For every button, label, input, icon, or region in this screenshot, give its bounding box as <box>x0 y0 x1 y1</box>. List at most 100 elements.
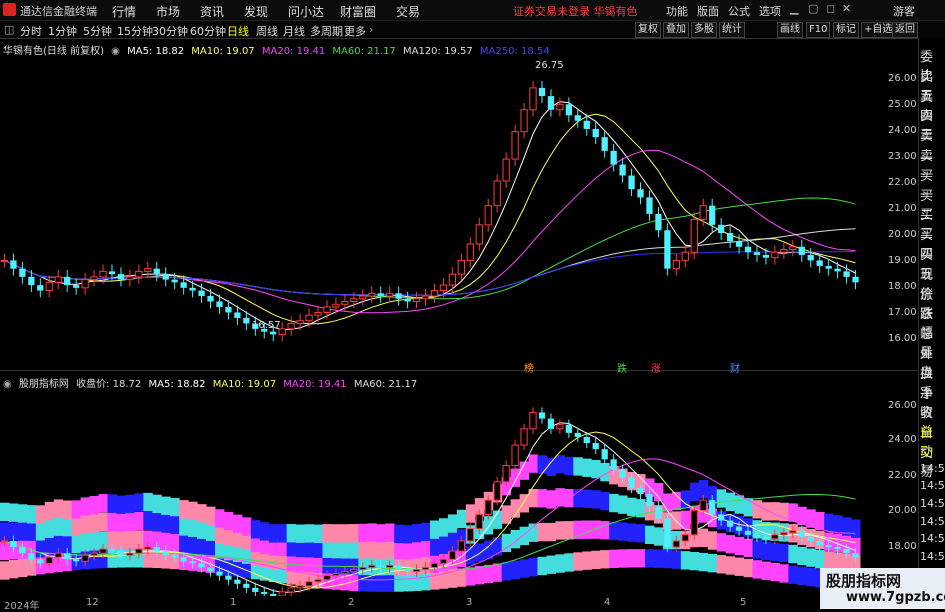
candle-body[interactable] <box>45 281 53 292</box>
menu-item[interactable]: 交易 <box>396 3 420 20</box>
candle-body[interactable] <box>520 428 528 446</box>
candle-body[interactable] <box>108 549 116 552</box>
candle-body[interactable] <box>592 443 599 450</box>
period-tab-more[interactable]: 更多 <box>344 23 366 39</box>
candle-body[interactable] <box>699 499 707 511</box>
candle-body[interactable] <box>529 411 537 430</box>
candle-body[interactable] <box>664 230 671 269</box>
toolbar-button[interactable]: 统计 <box>719 22 745 38</box>
candle-body[interactable] <box>314 311 322 316</box>
side-panel-item[interactable]: 14:56 <box>920 479 945 492</box>
candle-body[interactable] <box>54 276 62 283</box>
candle-body[interactable] <box>314 579 322 583</box>
candle-body[interactable] <box>852 553 859 558</box>
candle-body[interactable] <box>386 564 394 568</box>
candle-body[interactable] <box>709 500 716 515</box>
period-tab[interactable]: 60分钟 <box>190 23 226 39</box>
candle-body[interactable] <box>574 432 581 437</box>
login-warning[interactable]: 证券交易未登录 华锡有色 <box>513 3 638 19</box>
candle-body[interactable] <box>843 271 850 277</box>
candle-body[interactable] <box>646 494 653 507</box>
period-tab[interactable]: 30分钟 <box>152 23 188 39</box>
minimize-icon[interactable]: ▁ <box>790 2 798 15</box>
candle-body[interactable] <box>296 320 304 324</box>
candle-body[interactable] <box>261 591 268 594</box>
candle-body[interactable] <box>278 591 286 596</box>
candle-body[interactable] <box>448 273 457 286</box>
candle-body[interactable] <box>502 158 510 182</box>
candle-body[interactable] <box>99 270 107 278</box>
candle-body[interactable] <box>592 128 599 138</box>
candle-body[interactable] <box>377 293 384 297</box>
candle-body[interactable] <box>323 575 331 581</box>
candle-body[interactable] <box>332 573 340 577</box>
candle-body[interactable] <box>816 260 823 266</box>
candle-body[interactable] <box>699 205 707 220</box>
candle-body[interactable] <box>556 103 564 111</box>
pane-divider[interactable] <box>0 370 918 371</box>
candle-body[interactable] <box>780 248 788 253</box>
candle-body[interactable] <box>216 571 223 576</box>
candle-body[interactable] <box>484 499 492 515</box>
candle-body[interactable] <box>430 290 439 297</box>
candle-body[interactable] <box>135 270 143 278</box>
candle-body[interactable] <box>108 271 116 275</box>
toolbar-button[interactable]: 多股 <box>691 22 717 38</box>
candle-body[interactable] <box>672 259 680 270</box>
candle-body[interactable] <box>73 559 80 562</box>
toolbar-button[interactable]: 返回 <box>892 22 918 38</box>
candle-body[interactable] <box>637 189 644 198</box>
toolbar-button[interactable]: 标记 <box>833 22 859 38</box>
menu-item[interactable]: 版面 <box>697 3 719 19</box>
side-panel-item[interactable]: 14:56 <box>920 462 945 475</box>
candle-body[interactable] <box>90 276 98 281</box>
candle-body[interactable] <box>350 298 358 303</box>
candle-body[interactable] <box>404 569 411 572</box>
candle-body[interactable] <box>457 540 465 552</box>
candle-body[interactable] <box>64 276 71 286</box>
candle-body[interactable] <box>466 243 474 261</box>
period-tab[interactable]: 分时 <box>20 23 42 39</box>
candle-body[interactable] <box>377 565 384 568</box>
candle-body[interactable] <box>565 104 572 116</box>
candle-body[interactable] <box>825 545 832 548</box>
maximize-icon[interactable]: ◻ <box>826 2 835 15</box>
candle-body[interactable] <box>305 581 313 587</box>
candle-body[interactable] <box>726 233 734 242</box>
candle-body[interactable] <box>198 563 205 568</box>
candle-body[interactable] <box>287 587 295 593</box>
candle-body[interactable] <box>216 301 223 307</box>
candle-body[interactable] <box>162 274 169 280</box>
side-panel-item[interactable]: 14:56 <box>920 532 945 545</box>
candle-body[interactable] <box>54 552 62 558</box>
candle-body[interactable] <box>117 551 125 556</box>
candle-body[interactable] <box>583 120 590 129</box>
candle-body[interactable] <box>672 540 680 548</box>
candle-body[interactable] <box>735 241 743 247</box>
candle-body[interactable] <box>753 534 761 537</box>
candle-body[interactable] <box>439 284 448 292</box>
candle-body[interactable] <box>726 520 734 527</box>
event-marker[interactable]: 财 <box>730 360 740 375</box>
candle-body[interactable] <box>117 274 125 280</box>
candle-body[interactable] <box>64 553 71 560</box>
candle-body[interactable] <box>466 528 474 542</box>
candle-body[interactable] <box>789 530 797 534</box>
candle-body[interactable] <box>296 585 304 589</box>
candle-body[interactable] <box>807 536 814 541</box>
candle-body[interactable] <box>484 205 492 226</box>
candle-body[interactable] <box>511 444 519 466</box>
menu-item[interactable]: 资讯 <box>200 3 224 20</box>
candle-body[interactable] <box>744 246 752 253</box>
candle-body[interactable] <box>171 279 178 283</box>
candle-body[interactable] <box>126 276 134 281</box>
candle-body[interactable] <box>610 150 617 165</box>
menu-item[interactable]: 功能 <box>666 3 688 19</box>
candle-body[interactable] <box>762 536 770 539</box>
event-marker[interactable]: 跌 <box>617 360 627 375</box>
candle-body[interactable] <box>421 295 430 300</box>
event-marker[interactable]: 榜 <box>524 360 534 375</box>
candle-body[interactable] <box>601 137 608 151</box>
candle-body[interactable] <box>619 164 626 176</box>
chevron-right-icon[interactable]: › <box>369 23 373 36</box>
